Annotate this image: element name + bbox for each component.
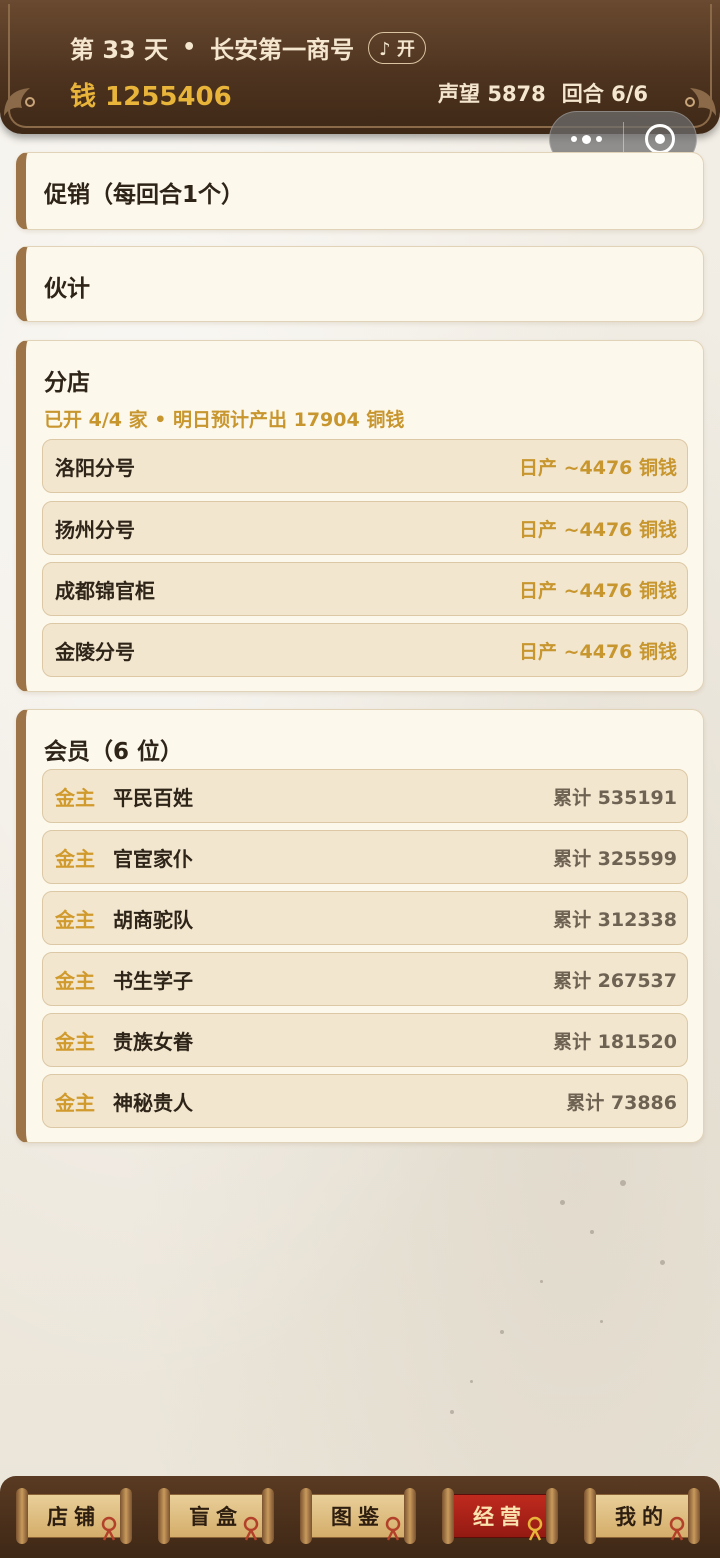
target-circle-icon bbox=[644, 124, 675, 154]
member-name: 神秘贵人 bbox=[113, 1090, 193, 1115]
branch-name: 成都锦官柜 bbox=[55, 578, 155, 603]
branch-row[interactable]: 金陵分号 日产 ~4476 铜钱 bbox=[42, 623, 688, 677]
member-tier: 金主 bbox=[55, 907, 95, 932]
member-total: 累计 312338 bbox=[553, 908, 677, 931]
tab-blindbox[interactable]: 盲盒 bbox=[156, 1488, 276, 1544]
title-row: 第 33 天 • 长安第一商号 ♪ 开 bbox=[70, 30, 426, 65]
scroll-roller bbox=[262, 1488, 274, 1544]
lucky-knot-icon bbox=[669, 1516, 685, 1541]
branch-name: 扬州分号 bbox=[55, 517, 135, 542]
member-total: 累计 181520 bbox=[553, 1030, 677, 1053]
tab-label: 图鉴 bbox=[331, 1505, 385, 1529]
branches-title: 分店 bbox=[44, 370, 90, 396]
branch-output: 日产 ~4476 铜钱 bbox=[518, 579, 677, 602]
corner-ornament-left-icon bbox=[4, 88, 35, 116]
branch-row[interactable]: 洛阳分号 日产 ~4476 铜钱 bbox=[42, 439, 688, 493]
scroll-roller bbox=[404, 1488, 416, 1544]
stats-row: 声望 5878 回合 6/6 bbox=[438, 78, 648, 108]
scroll-roller bbox=[584, 1488, 596, 1544]
member-total: 累计 535191 bbox=[553, 786, 677, 809]
member-name: 胡商驼队 bbox=[113, 907, 193, 932]
scroll-roller bbox=[158, 1488, 170, 1544]
tab-label: 经营 bbox=[473, 1505, 527, 1529]
branch-row[interactable]: 扬州分号 日产 ~4476 铜钱 bbox=[42, 501, 688, 555]
member-row[interactable]: 金主 平民百姓 累计 535191 bbox=[42, 769, 688, 823]
tab-label: 盲盒 bbox=[189, 1505, 243, 1529]
member-row[interactable]: 金主 书生学子 累计 267537 bbox=[42, 952, 688, 1006]
tab-label: 我的 bbox=[615, 1505, 669, 1529]
member-info: 金主 官宦家仆 bbox=[55, 843, 193, 872]
more-dots-icon bbox=[570, 134, 602, 144]
member-name: 书生学子 bbox=[113, 968, 193, 993]
member-row[interactable]: 金主 神秘贵人 累计 73886 bbox=[42, 1074, 688, 1128]
member-row[interactable]: 金主 官宦家仆 累计 325599 bbox=[42, 830, 688, 884]
promotion-panel[interactable]: 促销（每回合1个） bbox=[16, 152, 704, 230]
member-tier: 金主 bbox=[55, 785, 95, 810]
member-tier: 金主 bbox=[55, 846, 95, 871]
member-info: 金主 平民百姓 bbox=[55, 782, 193, 811]
money-counter: 钱 1255406 bbox=[70, 82, 232, 112]
staff-title: 伙计 bbox=[44, 276, 90, 302]
member-total: 累计 267537 bbox=[553, 969, 677, 992]
shop-name: 长安第一商号 bbox=[210, 36, 355, 64]
promotion-title: 促销（每回合1个） bbox=[44, 182, 245, 208]
music-toggle-button[interactable]: ♪ 开 bbox=[368, 31, 426, 64]
member-total: 累计 325599 bbox=[553, 847, 677, 870]
scroll-roller bbox=[16, 1488, 28, 1544]
staff-panel[interactable]: 伙计 bbox=[16, 246, 704, 322]
branch-output: 日产 ~4476 铜钱 bbox=[518, 456, 677, 479]
branch-output: 日产 ~4476 铜钱 bbox=[518, 640, 677, 663]
branch-output: 日产 ~4476 铜钱 bbox=[518, 518, 677, 541]
reputation-value: 声望 5878 bbox=[438, 82, 546, 106]
branch-name: 洛阳分号 bbox=[55, 455, 135, 480]
tab-management[interactable]: 经营 bbox=[440, 1488, 560, 1544]
scroll-roller bbox=[546, 1488, 558, 1544]
member-total: 累计 73886 bbox=[566, 1091, 677, 1114]
member-row[interactable]: 金主 贵族女眷 累计 181520 bbox=[42, 1013, 688, 1067]
member-name: 贵族女眷 bbox=[113, 1029, 193, 1054]
scroll-roller bbox=[688, 1488, 700, 1544]
members-title: 会员（6 位） bbox=[44, 739, 184, 765]
tab-label: 店铺 bbox=[47, 1505, 101, 1529]
day-counter: 第 33 天 bbox=[70, 36, 169, 64]
member-tier: 金主 bbox=[55, 1090, 95, 1115]
scroll-roller bbox=[442, 1488, 454, 1544]
member-name: 官宦家仆 bbox=[113, 846, 193, 871]
tab-shop[interactable]: 店铺 bbox=[14, 1488, 134, 1544]
tab-profile[interactable]: 我的 bbox=[582, 1488, 702, 1544]
member-tier: 金主 bbox=[55, 1029, 95, 1054]
scroll-roller bbox=[300, 1488, 312, 1544]
lucky-knot-icon bbox=[101, 1516, 117, 1541]
member-tier: 金主 bbox=[55, 968, 95, 993]
member-info: 金主 贵族女眷 bbox=[55, 1026, 193, 1055]
members-panel: 会员（6 位） 金主 平民百姓 累计 535191 金主 官宦家仆 累计 325… bbox=[16, 709, 704, 1143]
title-separator: • bbox=[182, 35, 197, 60]
member-info: 金主 书生学子 bbox=[55, 965, 193, 994]
branches-summary: 已开 4/4 家 • 明日预计产出 17904 铜钱 bbox=[44, 409, 405, 431]
member-info: 金主 神秘贵人 bbox=[55, 1087, 193, 1116]
member-name: 平民百姓 bbox=[113, 785, 193, 810]
tab-collection[interactable]: 图鉴 bbox=[298, 1488, 418, 1544]
branch-name: 金陵分号 bbox=[55, 639, 135, 664]
branches-panel: 分店 已开 4/4 家 • 明日预计产出 17904 铜钱 洛阳分号 日产 ~4… bbox=[16, 340, 704, 692]
branch-row[interactable]: 成都锦官柜 日产 ~4476 铜钱 bbox=[42, 562, 688, 616]
member-row[interactable]: 金主 胡商驼队 累计 312338 bbox=[42, 891, 688, 945]
lucky-knot-icon bbox=[385, 1516, 401, 1541]
scroll-roller bbox=[120, 1488, 132, 1544]
lucky-knot-icon bbox=[527, 1516, 543, 1541]
member-info: 金主 胡商驼队 bbox=[55, 904, 193, 933]
round-value: 回合 6/6 bbox=[561, 82, 648, 106]
lucky-knot-icon bbox=[243, 1516, 259, 1541]
